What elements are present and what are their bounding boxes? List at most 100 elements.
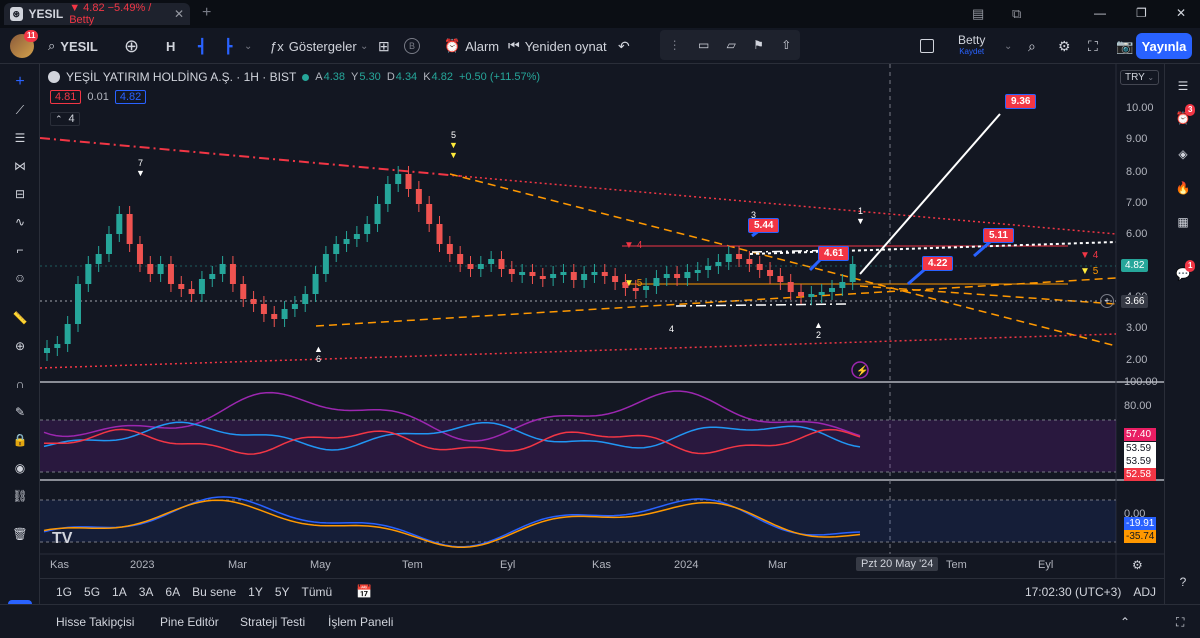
layout-name[interactable]: Betty Kaydet [958,28,985,64]
lock-icon[interactable]: 🔒 [10,430,30,450]
flag-icon[interactable]: ⚑ [753,38,764,52]
expand-panel-icon[interactable]: ⛶ [1176,605,1184,638]
chat-icon[interactable]: 💬 1 [1173,260,1196,284]
user-avatar[interactable]: 11 [10,28,39,64]
drag-handle-icon[interactable]: ⋮ [669,38,681,52]
clock-display[interactable]: 17:02:30 (UTC+3) [1025,585,1121,599]
replay-button[interactable]: ⏮ Yeniden oynat [508,28,607,64]
price-chart[interactable]: ⚡ [39,64,1164,578]
range-button[interactable]: Bu sene [186,585,242,599]
tab-stock-screener[interactable]: Hisse Takipçisi [56,605,134,638]
interval-button[interactable]: H [166,28,175,64]
tab-trading-panel[interactable]: İşlem Paneli [328,605,393,638]
range-button[interactable]: 3A [133,585,160,599]
fib-icon[interactable]: ☰ [10,128,30,148]
target-label-422[interactable]: 4.22 [922,256,954,271]
camera-icon[interactable]: 📷 [1116,28,1133,64]
indicators-collapse[interactable]: ⌃ 4 [50,112,80,126]
trash-icon[interactable]: 🗑 [10,524,30,544]
tab-strategy-tester[interactable]: Strateji Testi [240,605,305,638]
hotlist-fire-icon[interactable]: 🔥 [1173,178,1193,198]
range-button[interactable]: 5Y [269,585,296,599]
icons-tool-icon[interactable]: ☺ [10,268,30,288]
add-alert-plus-icon[interactable]: + [1100,294,1114,308]
layout-name-label: Betty [958,33,986,47]
price-tick: 9.00 [1126,133,1148,145]
tab-pine-editor[interactable]: Pine Editör [160,605,219,638]
collapse-panel-icon[interactable]: ⌃ [1120,605,1130,638]
maximize-icon[interactable]: ❐ [1136,6,1147,20]
magnet-icon[interactable]: ∩ [10,374,30,394]
ruler-icon[interactable]: 📏 [10,308,30,328]
range-button[interactable]: 5G [78,585,106,599]
bid-value[interactable]: 4.81 [50,90,82,104]
candle-style-icon[interactable]: ┣ [224,28,232,64]
compare-button[interactable]: ⊕ [124,28,139,64]
candle-body [291,304,298,309]
ask-value[interactable]: 4.82 [114,90,147,104]
range-button[interactable]: Tümü [296,585,339,599]
settings-gear-icon[interactable]: ⚙ [1058,28,1071,64]
arrow-up-icon[interactable]: ⇧ [781,38,791,52]
chart-settings-icon[interactable]: ▤ [972,6,984,22]
pattern-icon[interactable]: ⋈ [10,156,30,176]
range-button[interactable]: 1A [106,585,133,599]
eye-icon[interactable]: ◉ [10,458,30,478]
adj-button[interactable]: ADJ [1133,585,1156,599]
minimize-icon[interactable]: — [1094,6,1106,20]
right-widget-bar: ☰ ⏰ 3 ◈ 🔥 ▦ 💬 1 ? [1164,64,1200,604]
target-label-511[interactable]: 5.11 [983,228,1014,243]
range-button[interactable]: 1G [50,585,78,599]
pencil-lock-icon[interactable]: ✎ [10,402,30,422]
close-icon[interactable]: ✕ [1176,6,1186,20]
tradingview-logo[interactable]: TV [52,530,72,548]
templates-icon[interactable]: ⊞ [378,28,390,64]
watchlist-icon[interactable]: ☰ [1173,76,1193,96]
bar-style-icon[interactable]: ┫ [198,28,206,64]
date-range-calendar-icon[interactable]: 📅 [356,584,372,600]
chart-area[interactable]: ⚡ YEŞİL YATIRIM HOLDİNG A.Ş. · 1H · BIST… [39,64,1164,578]
bar-replay-icon[interactable]: B [404,28,420,64]
alerts-clock-icon[interactable]: ⏰ 3 [1173,104,1196,128]
comment-icon[interactable]: ▭ [698,38,709,52]
tab-symbol: YESIL [28,7,64,21]
link-icon[interactable]: ⛓ [10,486,30,506]
tab-close-icon[interactable]: ✕ [174,7,184,21]
layout-button[interactable] [920,28,934,64]
crosshair-icon[interactable]: + [10,72,30,92]
zoom-in-icon[interactable]: ⊕ [10,336,30,356]
target-label-544[interactable]: 5.44 [748,218,780,233]
text-icon[interactable]: ⌐ [10,240,30,260]
brush-icon[interactable]: ∿ [10,212,30,232]
help-icon[interactable]: ? [1173,572,1193,592]
target-label-461[interactable]: 4.61 [818,246,850,261]
new-tab-icon[interactable]: + [202,4,211,22]
symbol-legend[interactable]: YEŞİL YATIRIM HOLDİNG A.Ş. · 1H · BIST A… [48,70,540,84]
range-button[interactable]: 1Y [242,585,269,599]
symbol-search[interactable]: ⌕ YESIL [48,28,98,64]
wave-marker-4-left: ▼ 4 [624,240,643,251]
calendar-icon[interactable]: ▦ [1173,212,1193,232]
quick-search-icon[interactable]: ⌕ [1028,28,1036,64]
fullscreen-icon[interactable]: ⛶ [1088,28,1098,64]
currency-selector[interactable]: TRY ⌄ [1120,70,1160,85]
chevron-down-icon[interactable]: ⌄ [244,28,252,64]
time-axis-settings-icon[interactable]: ⚙ [1132,558,1143,572]
currency-label: TRY [1125,72,1145,83]
high-label: Y [351,71,359,83]
target-label-936[interactable]: 9.36 [1005,94,1037,109]
trend-line-icon[interactable]: ⟋ [10,100,30,120]
callout-pointer-422 [907,268,925,286]
range-button[interactable]: 6A [159,585,186,599]
alarm-button[interactable]: ⏰ Alarm [444,28,499,64]
indicators-button[interactable]: ƒx Göstergeler [270,28,357,64]
browser-tab[interactable]: ⊛ YESIL ▼ 4.82 −5.49% / Betty ✕ [4,2,190,26]
note-icon[interactable]: ▱ [727,38,736,52]
layout-chevron-icon[interactable]: ⌄ [1004,28,1012,64]
layers-icon[interactable]: ◈ [1173,144,1193,164]
position-icon[interactable]: ⊟ [10,184,30,204]
indicators-chevron-icon[interactable]: ⌄ [360,28,368,64]
layout-icon[interactable]: ⧉ [1012,6,1021,22]
undo-icon[interactable]: ↶ [618,28,630,64]
publish-button[interactable]: Yayınla [1136,33,1192,59]
